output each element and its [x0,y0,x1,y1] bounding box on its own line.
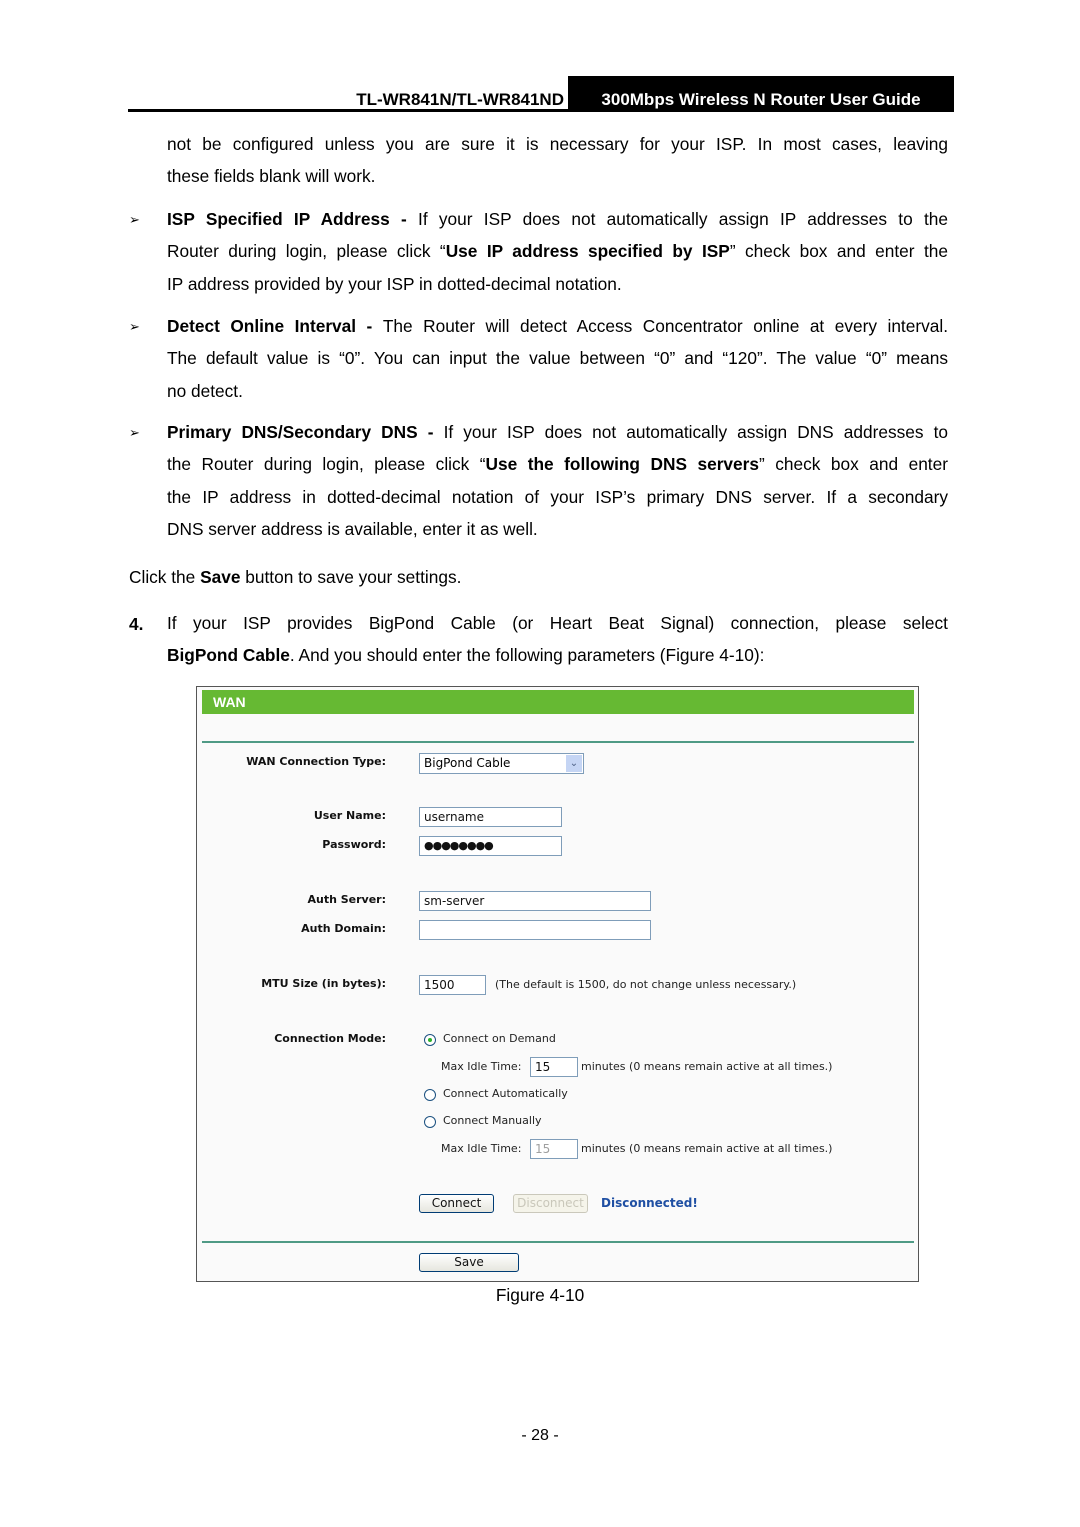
max-idle-note: minutes (0 means remain active at all ti… [581,1060,833,1073]
connect-manually-label: Connect Manually [443,1114,542,1127]
bullet-icon: ➢ [129,212,140,227]
save-button[interactable]: Save [419,1253,519,1272]
wan-settings-figure: WAN WAN Connection Type: BigPond Cable ⌄… [196,686,919,1282]
separator [202,1241,914,1243]
auth-server-label: Auth Server: [307,893,386,906]
page-number: - 28 - [521,1427,559,1444]
bullet-isp-ip: ISP Specified IP Address - If your ISP d… [167,209,948,294]
max-idle-demand-input[interactable]: 15 [530,1057,578,1077]
connection-status: Disconnected! [601,1196,698,1210]
radio-connect-manually[interactable] [424,1116,436,1128]
connect-on-demand-label: Connect on Demand [443,1032,556,1045]
radio-connect-automatically[interactable] [424,1089,436,1101]
bullet-dns: Primary DNS/Secondary DNS - If your ISP … [167,422,948,539]
mtu-note: (The default is 1500, do not change unle… [495,978,797,991]
password-label: Password: [322,838,386,851]
wan-panel-title: WAN [202,690,914,714]
bullet-detect-interval: Detect Online Interval - The Router will… [167,316,948,401]
password-input[interactable]: ●●●●●●●● [419,836,562,856]
separator [202,741,914,743]
bullet-icon: ➢ [129,319,140,334]
connection-mode-label: Connection Mode: [274,1032,386,1045]
disconnect-button[interactable]: Disconnect [513,1194,588,1213]
max-idle-manual-input[interactable]: 15 [530,1139,578,1159]
intro-paragraph: not be configured unless you are sure it… [167,134,948,187]
step-4-text: If your ISP provides BigPond Cable (or H… [167,613,948,666]
auth-domain-label: Auth Domain: [301,922,386,935]
header-model: TL-WR841N/TL-WR841ND [356,90,564,109]
connect-automatically-label: Connect Automatically [443,1087,568,1100]
page-header: TL-WR841N/TL-WR841ND 300Mbps Wireless N … [128,76,954,112]
max-idle-note: minutes (0 means remain active at all ti… [581,1142,833,1155]
max-idle-label: Max Idle Time: [441,1060,522,1073]
wan-type-label: WAN Connection Type: [246,755,386,768]
chevron-down-icon[interactable]: ⌄ [566,755,582,772]
radio-connect-on-demand[interactable] [424,1034,436,1046]
header-guide-title: 300Mbps Wireless N Router User Guide [568,76,954,112]
username-input[interactable]: username [419,807,562,827]
mtu-label: MTU Size (in bytes): [261,977,386,990]
bullet-icon: ➢ [129,425,140,440]
mtu-input[interactable]: 1500 [419,975,486,995]
auth-domain-input[interactable] [419,920,651,940]
figure-caption: Figure 4-10 [495,1285,585,1305]
auth-server-input[interactable]: sm-server [419,891,651,911]
max-idle-label: Max Idle Time: [441,1142,522,1155]
step-number: 4. [129,614,144,634]
username-label: User Name: [313,809,386,822]
wan-type-select[interactable]: BigPond Cable ⌄ [419,753,584,774]
connect-button[interactable]: Connect [419,1194,494,1213]
save-note: Click the Save button to save your setti… [129,567,462,587]
